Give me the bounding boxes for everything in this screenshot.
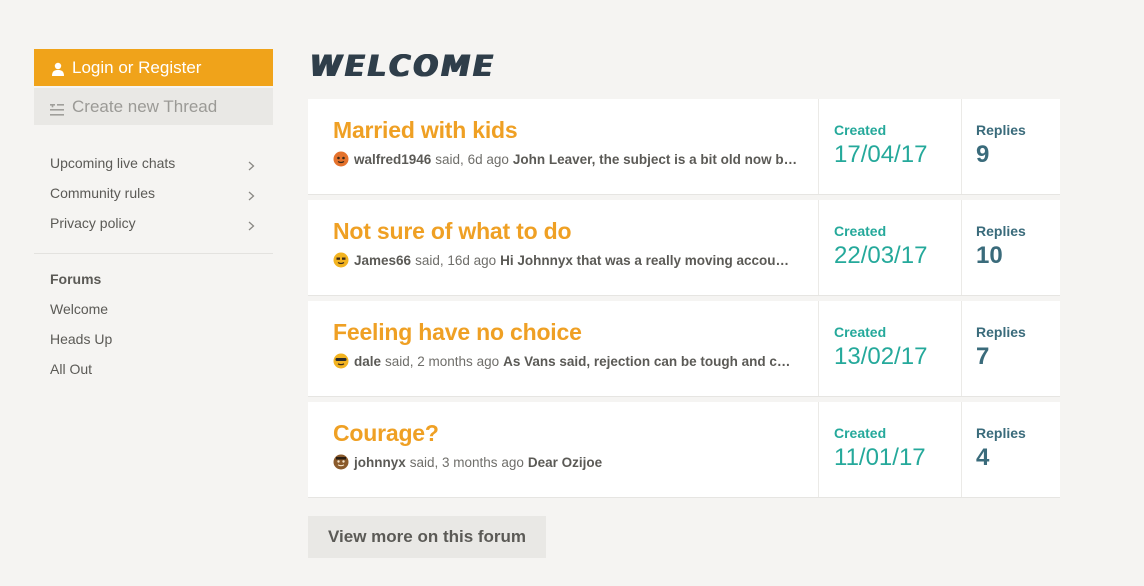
replies-label: Replies <box>976 324 1026 340</box>
chevron-right-icon <box>248 188 255 201</box>
user-avatar-icon <box>333 252 349 268</box>
thread-title-link[interactable]: Married with kids <box>333 117 818 144</box>
thread-title-link[interactable]: Not sure of what to do <box>333 218 818 245</box>
sidebar-links: Upcoming live chats Community rules Priv… <box>34 148 273 238</box>
chevron-right-icon <box>248 158 255 171</box>
thread-summary: Not sure of what to do James66 said, 16d… <box>308 200 819 295</box>
user-avatar-icon <box>333 151 349 167</box>
thread-said-time: said, 3 months ago <box>409 454 524 470</box>
thread-created: Created 13/02/17 <box>819 301 962 396</box>
replies-count: 7 <box>976 343 990 370</box>
replies-count: 4 <box>976 444 990 471</box>
created-date: 11/01/17 <box>834 444 926 471</box>
chevron-right-icon <box>248 218 255 231</box>
user-avatar-icon <box>333 454 349 470</box>
thread-card: Not sure of what to do James66 said, 16d… <box>308 200 1060 295</box>
view-more-button[interactable]: View more on this forum <box>308 516 547 558</box>
thread-replies: Replies 7 <box>962 301 1060 396</box>
replies-label: Replies <box>976 122 1026 138</box>
created-date: 22/03/17 <box>834 242 928 269</box>
main-content: Welcome Married with kids walfred1946 sa… <box>308 45 1060 558</box>
forums-section: Forums Welcome Heads Up All Out <box>34 264 273 384</box>
thread-card: Feeling have no choice dale said, 2 mont… <box>308 301 1060 396</box>
forums-heading: Forums <box>50 271 102 287</box>
thread-meta: James66 said, 16d ago Hi Johnnyx that wa… <box>333 252 818 268</box>
thread-created: Created 22/03/17 <box>819 200 962 295</box>
sidebar-link-label: Privacy policy <box>50 215 136 231</box>
thread-author[interactable]: dale <box>354 354 381 369</box>
list-add-icon <box>50 101 64 116</box>
forum-link-welcome[interactable]: Welcome <box>34 294 273 324</box>
login-register-button[interactable]: Login or Register <box>34 49 273 86</box>
thread-replies: Replies 9 <box>962 99 1060 194</box>
replies-count: 9 <box>976 141 990 168</box>
thread-card: Courage? johnnyx said, 3 months ago Dear… <box>308 402 1060 497</box>
thread-author[interactable]: James66 <box>354 253 411 268</box>
sidebar-link-label: Upcoming live chats <box>50 155 176 171</box>
created-label: Created <box>834 122 887 138</box>
thread-author[interactable]: walfred1946 <box>354 152 431 167</box>
thread-meta: walfred1946 said, 6d ago John Leaver, th… <box>333 151 818 167</box>
thread-title-link[interactable]: Feeling have no choice <box>333 319 818 346</box>
create-thread-label: Create new Thread <box>72 96 218 116</box>
thread-created: Created 17/04/17 <box>819 99 962 194</box>
user-avatar-icon <box>333 353 349 369</box>
thread-excerpt: John Leaver, the subject is a bit old no… <box>512 151 803 167</box>
thread-title-link[interactable]: Courage? <box>333 420 818 447</box>
sidebar-link-label: Community rules <box>50 185 156 201</box>
forum-link-all-out[interactable]: All Out <box>34 354 273 384</box>
page-title: Welcome <box>310 49 496 83</box>
created-date: 17/04/17 <box>834 141 928 168</box>
forum-link-heads-up[interactable]: Heads Up <box>34 324 273 354</box>
create-thread-button[interactable]: Create new Thread <box>34 88 273 125</box>
thread-replies: Replies 10 <box>962 200 1060 295</box>
thread-summary: Feeling have no choice dale said, 2 mont… <box>308 301 819 396</box>
thread-created: Created 11/01/17 <box>819 402 962 497</box>
sidebar-link-community-rules[interactable]: Community rules <box>34 178 273 208</box>
replies-count: 10 <box>976 242 1003 269</box>
sidebar-divider <box>34 253 273 254</box>
thread-said-time: said, 16d ago <box>415 252 497 268</box>
thread-excerpt: Dear Ozijoe <box>527 454 603 470</box>
created-label: Created <box>834 324 887 340</box>
created-date: 13/02/17 <box>834 343 928 370</box>
replies-label: Replies <box>976 425 1026 441</box>
login-register-label: Login or Register <box>72 57 202 77</box>
thread-card: Married with kids walfred1946 said, 6d a… <box>308 99 1060 194</box>
replies-label: Replies <box>976 223 1026 239</box>
thread-meta: dale said, 2 months ago As Vans said, re… <box>333 353 818 369</box>
thread-said-time: said, 6d ago <box>435 151 509 167</box>
thread-replies: Replies 4 <box>962 402 1060 497</box>
thread-excerpt: As Vans said, rejection can be tough and… <box>503 353 794 369</box>
thread-said-time: said, 2 months ago <box>385 353 500 369</box>
thread-excerpt: Hi Johnnyx that was a really moving acco… <box>500 252 791 268</box>
sidebar: Login or Register Create new Thread Upco… <box>34 49 273 384</box>
thread-summary: Married with kids walfred1946 said, 6d a… <box>308 99 819 194</box>
thread-summary: Courage? johnnyx said, 3 months ago Dear… <box>308 402 819 497</box>
thread-meta: johnnyx said, 3 months ago Dear Ozijoe <box>333 454 818 470</box>
sidebar-link-upcoming-live-chats[interactable]: Upcoming live chats <box>34 148 273 178</box>
thread-author[interactable]: johnnyx <box>354 455 406 470</box>
created-label: Created <box>834 223 887 239</box>
user-icon <box>51 61 65 76</box>
sidebar-link-privacy-policy[interactable]: Privacy policy <box>34 208 273 238</box>
created-label: Created <box>834 425 887 441</box>
